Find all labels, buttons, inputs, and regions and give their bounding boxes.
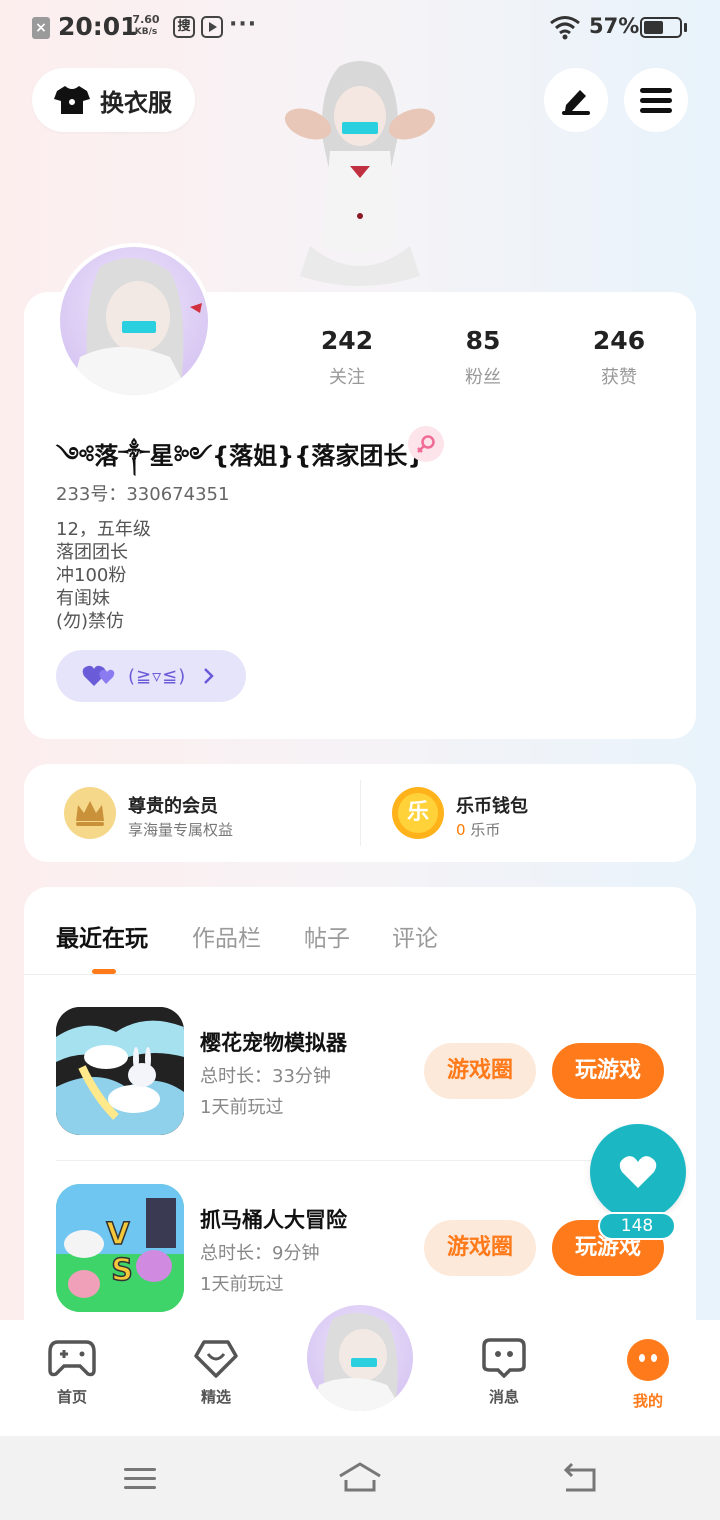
bio: 12，五年级 落团团长 冲100粉 有闺妹 (勿)禁仿 (56, 518, 151, 633)
wallet-entry[interactable]: 乐 (392, 787, 444, 839)
nav-featured[interactable]: 精选 (176, 1338, 256, 1407)
followers-count: 85 (465, 326, 501, 355)
game-thumbnail[interactable]: V S (56, 1184, 184, 1312)
likes-label: 获赞 (601, 367, 637, 388)
menu-button[interactable] (624, 68, 688, 132)
change-outfit-label: 换衣服 (100, 88, 172, 117)
bio-line: 冲100粉 (56, 565, 127, 586)
game-last-played: 1天前玩过 (200, 1097, 284, 1118)
heart-icon (619, 1156, 657, 1188)
nav-me-label: 我的 (632, 1392, 663, 1410)
pen-icon (562, 90, 590, 115)
tab-bar: 最近在玩 作品栏 帖子 评论 (24, 887, 696, 975)
floating-like-button[interactable] (590, 1124, 686, 1220)
hamburger-menu-icon (640, 88, 672, 113)
chat-bubble-icon (482, 1338, 526, 1379)
svg-text:S: S (111, 1253, 133, 1288)
play-game-button[interactable]: 玩游戏 (552, 1043, 664, 1099)
following-label: 关注 (329, 367, 365, 388)
emote-pill-button[interactable]: (≧▿≦) (56, 650, 246, 702)
nav-messages-label: 消息 (488, 1388, 519, 1406)
sou-app-icon: 搜 (173, 16, 195, 38)
stat-following[interactable]: 242 关注 (297, 326, 397, 389)
avatar-image (313, 1312, 403, 1411)
wallet-title: 乐币钱包 (456, 796, 528, 817)
recent-apps-icon[interactable] (122, 1458, 158, 1498)
avatar-image (70, 258, 202, 395)
nav-messages[interactable]: 消息 (464, 1338, 544, 1407)
member-title: 尊贵的会员 (128, 796, 218, 817)
no-sim-icon: × (32, 17, 50, 39)
edit-profile-button[interactable] (544, 68, 608, 132)
me-face-icon (627, 1339, 669, 1381)
network-speed-unit: KB/s (134, 27, 158, 37)
double-heart-icon (82, 665, 115, 686)
divider (360, 780, 361, 846)
like-count-badge: 148 (598, 1212, 676, 1240)
content-card: 最近在玩 作品栏 帖子 评论 樱花宠物模拟器 总时长：33分钟 1天前玩过 游戏… (24, 887, 696, 1327)
svg-text:V: V (106, 1217, 130, 1252)
game-last-played: 1天前玩过 (200, 1274, 284, 1295)
nav-home[interactable]: 首页 (32, 1338, 112, 1407)
emote-text: (≧▿≦) (128, 665, 187, 687)
game-circle-button[interactable]: 游戏圈 (424, 1220, 536, 1276)
battery-level (644, 21, 663, 34)
member-wallet-card: 尊贵的会员 享海量专属权益 乐 乐币钱包 0 乐币 (24, 764, 696, 862)
tshirt-icon (54, 86, 90, 114)
network-speed: 7.60 KB/s (131, 14, 161, 38)
network-speed-value: 7.60 (132, 13, 160, 26)
likes-count: 246 (592, 326, 646, 355)
member-entry[interactable] (64, 787, 116, 839)
status-bar: × 20:01 7.60 KB/s 搜 ··· 57% (0, 0, 720, 56)
game-duration: 总时长：9分钟 (200, 1243, 320, 1264)
member-subtitle: 享海量专属权益 (128, 821, 234, 839)
coin-icon: 乐 (398, 793, 438, 833)
bio-line: 落团团长 (56, 542, 128, 563)
home-icon[interactable] (336, 1458, 384, 1498)
game-circle-button[interactable]: 游戏圈 (424, 1043, 536, 1099)
gamepad-icon (48, 1340, 96, 1377)
nav-home-label: 首页 (56, 1388, 87, 1406)
bio-line: 有闺妹 (56, 588, 110, 609)
battery-icon (640, 17, 682, 38)
system-nav-bar (0, 1436, 720, 1520)
wallet-balance: 0 (456, 821, 466, 839)
bio-line: 12，五年级 (56, 519, 151, 540)
nav-me[interactable]: 我的 (608, 1338, 688, 1411)
status-time: 20:01 (58, 12, 138, 41)
battery-percent: 57% (589, 14, 640, 38)
female-icon (408, 426, 444, 462)
tab-works[interactable]: 作品栏 (192, 919, 261, 953)
more-notifications-icon: ··· (229, 12, 258, 37)
nav-avatar-button[interactable] (304, 1302, 416, 1414)
avatar[interactable] (56, 243, 212, 399)
game-duration: 总时长：33分钟 (200, 1066, 331, 1087)
heart-shield-icon (194, 1340, 238, 1378)
tab-indicator (92, 969, 116, 974)
video-app-icon (201, 16, 223, 38)
battery-tip (684, 23, 687, 32)
bio-line: (勿)禁仿 (56, 611, 125, 632)
wallet-unit: 乐币 (470, 821, 501, 839)
back-icon[interactable] (560, 1458, 600, 1498)
user-id: 233号：330674351 (56, 484, 230, 505)
chevron-right-icon (204, 668, 215, 684)
crown-icon (76, 801, 104, 826)
tab-recent[interactable]: 最近在玩 (56, 919, 148, 953)
stat-likes[interactable]: 246 获赞 (569, 326, 669, 389)
wallet-balance-line: 0 乐币 (456, 819, 500, 840)
game-thumbnail[interactable] (56, 1007, 184, 1135)
game-name: 抓马桶人大冒险 (200, 1208, 347, 1232)
game-row[interactable]: 樱花宠物模拟器 总时长：33分钟 1天前玩过 游戏圈 玩游戏 (56, 1007, 672, 1161)
nav-featured-label: 精选 (200, 1388, 231, 1406)
change-outfit-button[interactable]: 换衣服 (32, 68, 195, 132)
avatar-3d-figure[interactable] (280, 56, 440, 296)
tab-comments[interactable]: 评论 (392, 919, 438, 953)
following-count: 242 (320, 326, 374, 355)
stat-followers[interactable]: 85 粉丝 (433, 326, 533, 389)
wifi-icon (550, 16, 580, 40)
game-name: 樱花宠物模拟器 (200, 1031, 347, 1055)
followers-label: 粉丝 (465, 367, 501, 388)
tab-posts[interactable]: 帖子 (304, 919, 350, 953)
